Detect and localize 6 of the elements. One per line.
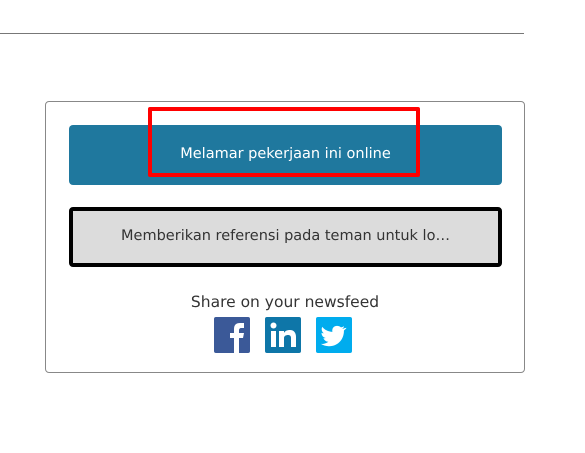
apply-button[interactable]: Melamar pekerjaan ini online: [69, 125, 502, 185]
linkedin-icon[interactable]: [265, 317, 301, 354]
refer-button[interactable]: Memberikan referensi pada teman untuk lo…: [69, 207, 502, 267]
facebook-icon[interactable]: [214, 317, 250, 354]
share-label: Share on your newsfeed: [190, 292, 380, 313]
twitter-icon[interactable]: [316, 317, 352, 354]
